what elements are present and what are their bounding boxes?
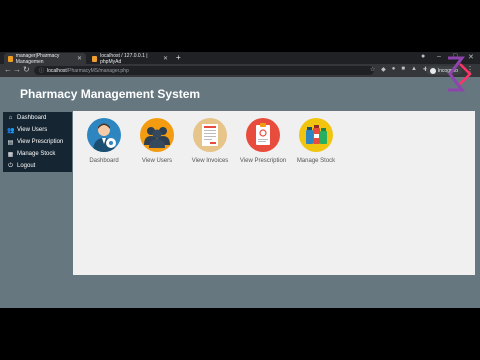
sidebar-item-label: Dashboard <box>17 115 47 121</box>
tile-label: Dashboard <box>89 158 119 164</box>
tile-view-prescription[interactable]: View Prescription <box>238 118 288 164</box>
bookmark-star-icon[interactable]: ☆ <box>370 66 375 73</box>
sidebar-item-view-users[interactable]: 👥 View Users <box>3 124 72 136</box>
tile-label: View Invoices <box>191 158 229 164</box>
new-tab-button[interactable]: + <box>176 53 181 62</box>
close-tab-icon[interactable]: ✕ <box>77 55 82 62</box>
home-icon: ⌂ <box>8 115 13 121</box>
extension-icon[interactable]: ◆ <box>381 66 386 73</box>
forward-icon[interactable]: → <box>13 65 21 74</box>
reload-icon[interactable]: ↻ <box>23 65 30 74</box>
tile-label: View Prescription <box>239 158 287 164</box>
sidebar-item-label: View Prescription <box>17 139 64 145</box>
sidebar-item-logout[interactable]: ⏻ Logout <box>3 160 72 172</box>
app-header: Pharmacy Management System <box>0 77 480 110</box>
video-letterbox-top <box>0 0 480 52</box>
dashboard-tiles: Dashboard View Users View Invoices View … <box>79 118 379 178</box>
stock-icon: ▦ <box>7 151 14 158</box>
extension-icons: ☆ ◆ ● ■ ▲ ✚ <box>370 66 428 73</box>
tile-view-invoices[interactable]: View Invoices <box>185 118 235 164</box>
app-title: Pharmacy Management System <box>20 87 201 101</box>
logout-icon: ⏻ <box>8 162 13 169</box>
video-letterbox-bottom <box>0 308 480 360</box>
close-tab-icon[interactable]: ✕ <box>163 55 168 62</box>
tile-manage-stock[interactable]: Manage Stock <box>291 118 341 164</box>
browser-tab-active[interactable]: manager|Pharmacy Managemen ✕ <box>4 52 86 65</box>
sidebar-item-label: Logout <box>17 163 36 169</box>
extension-icon[interactable]: ■ <box>401 66 405 73</box>
sidebar-item-label: View Users <box>17 127 48 133</box>
users-group-icon <box>140 118 174 152</box>
site-info-icon[interactable]: ⓘ <box>39 67 44 74</box>
channel-logo-icon <box>448 56 472 92</box>
back-icon[interactable]: ← <box>4 65 12 74</box>
medicine-bottles-icon <box>299 118 333 152</box>
sidebar-item-manage-stock[interactable]: ▦ Manage Stock <box>3 148 72 160</box>
prescription-clipboard-icon <box>246 118 280 152</box>
sidebar-item-dashboard[interactable]: ⌂ Dashboard <box>3 112 72 124</box>
url-path: /PharmacyMS/manager.php <box>66 67 129 74</box>
invoice-icon <box>193 118 227 152</box>
sidebar-item-view-prescription[interactable]: ▤ View Prescription <box>3 136 72 148</box>
incognito-avatar-icon <box>429 67 436 74</box>
tile-label: View Users <box>141 158 173 164</box>
browser-tabstrip: manager|Pharmacy Managemen ✕ localhost /… <box>0 52 480 65</box>
users-icon: 👥 <box>7 127 15 134</box>
extension-icon[interactable]: ● <box>392 66 396 73</box>
extension-icon[interactable]: ▲ <box>411 66 417 73</box>
tab-favicon-icon <box>92 55 98 62</box>
admin-user-icon <box>87 118 121 152</box>
incognito-indicator-icon: ● <box>421 53 426 60</box>
tab-title: localhost / 127.0.0.1 | phpMyAd <box>100 52 148 65</box>
dashboard-content: Dashboard View Users View Invoices View … <box>73 111 475 275</box>
document-icon: ▤ <box>7 139 14 146</box>
tile-view-users[interactable]: View Users <box>132 118 182 164</box>
browser-toolbar: ← → ↻ ⓘ localhost /PharmacyMS/manager.ph… <box>0 64 480 77</box>
tab-favicon-icon <box>8 55 13 62</box>
browser-tab[interactable]: localhost / 127.0.0.1 | phpMyAd ✕ <box>88 52 172 65</box>
tile-dashboard[interactable]: Dashboard <box>79 118 129 164</box>
tile-label: Manage Stock <box>296 158 336 164</box>
tab-title: manager|Pharmacy Managemen <box>15 52 60 65</box>
page: Pharmacy Management System ⌂ Dashboard 👥… <box>0 77 480 308</box>
address-bar[interactable]: ⓘ localhost /PharmacyMS/manager.php <box>34 66 374 75</box>
sidebar: ⌂ Dashboard 👥 View Users ▤ View Prescrip… <box>3 112 72 172</box>
sidebar-item-label: Manage Stock <box>17 151 56 157</box>
url-host: localhost <box>47 67 67 74</box>
